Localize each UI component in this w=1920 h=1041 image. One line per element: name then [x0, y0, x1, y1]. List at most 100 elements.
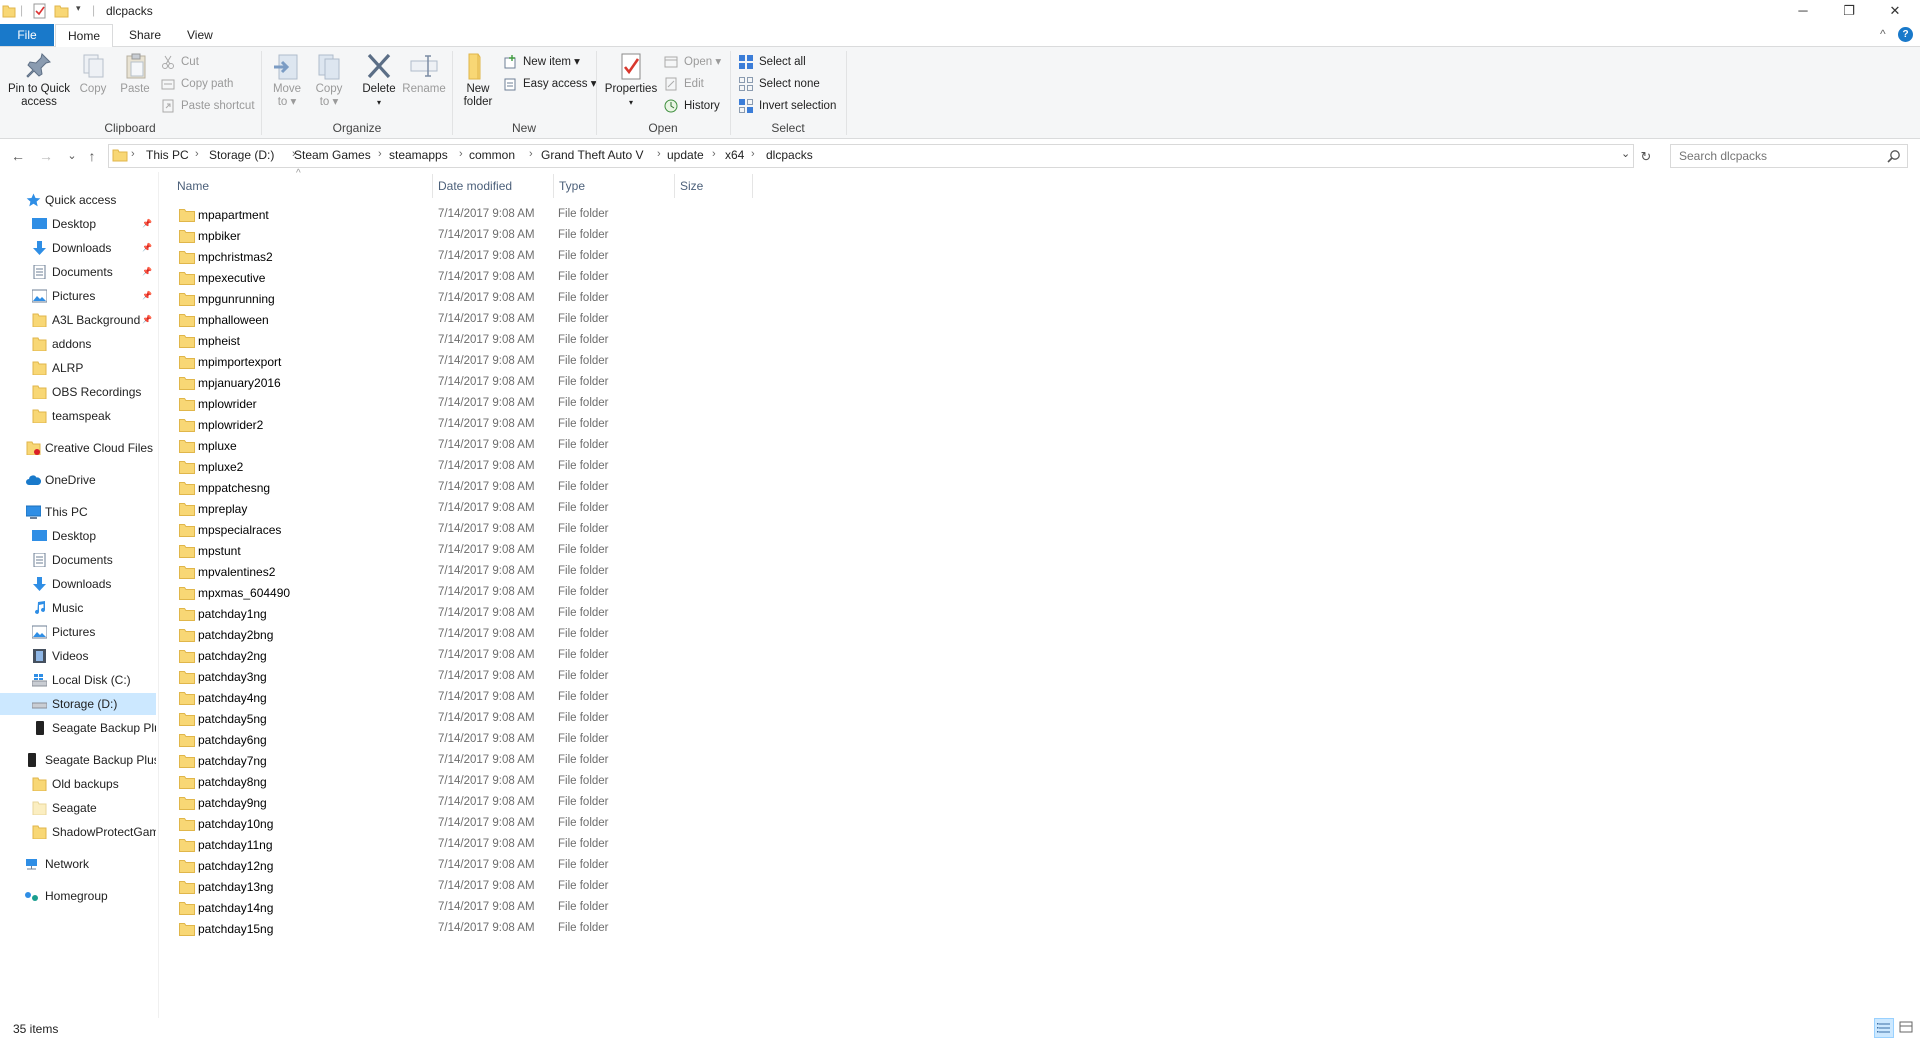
table-row[interactable]: mphalloween 7/14/2017 9:08 AM File folder: [172, 310, 752, 331]
table-row[interactable]: mpbiker 7/14/2017 9:08 AM File folder: [172, 226, 752, 247]
table-row[interactable]: patchday6ng 7/14/2017 9:08 AM File folder: [172, 730, 752, 751]
select-none-button[interactable]: Select none: [739, 75, 820, 93]
new-item-button[interactable]: New item ▾: [503, 53, 580, 71]
nav-pc-local-disk-c[interactable]: Local Disk (C:): [0, 669, 156, 691]
breadcrumb-storage-d[interactable]: Storage (D:): [209, 148, 274, 162]
select-all-button[interactable]: Select all: [739, 53, 806, 71]
search-input[interactable]: [1677, 148, 1881, 164]
table-row[interactable]: patchday2bng 7/14/2017 9:08 AM File folder: [172, 625, 752, 646]
nav-quick-access[interactable]: Quick access: [0, 189, 156, 211]
table-row[interactable]: mpgunrunning 7/14/2017 9:08 AM File folder: [172, 289, 752, 310]
nav-pc-storage-d[interactable]: Storage (D:): [0, 693, 156, 715]
large-icons-view-button[interactable]: [1897, 1018, 1917, 1038]
pin-to-quick-access-button[interactable]: Pin to Quick access: [4, 51, 74, 109]
breadcrumb-this-pc[interactable]: This PC: [146, 148, 189, 162]
table-row[interactable]: mpluxe 7/14/2017 9:08 AM File folder: [172, 436, 752, 457]
collapse-ribbon-icon[interactable]: ^: [1880, 27, 1886, 41]
new-folder-qa-icon[interactable]: [54, 3, 70, 19]
nav-quick-desktop[interactable]: Desktop 📌: [0, 213, 156, 235]
new-folder-button[interactable]: New folder: [458, 51, 498, 109]
breadcrumb-update[interactable]: update: [667, 148, 704, 162]
nav-pc-downloads[interactable]: Downloads: [0, 573, 156, 595]
search-box[interactable]: [1670, 144, 1908, 168]
details-view-button[interactable]: [1874, 1018, 1894, 1038]
table-row[interactable]: mpexecutive 7/14/2017 9:08 AM File folder: [172, 268, 752, 289]
column-header-date-modified[interactable]: Date modified: [433, 174, 554, 198]
breadcrumb-dlcpacks[interactable]: dlcpacks: [766, 148, 813, 162]
move-to-button[interactable]: Move to ▾: [270, 51, 304, 109]
breadcrumb-steam-games[interactable]: Steam Games: [294, 148, 371, 162]
nav-onedrive[interactable]: OneDrive: [0, 469, 156, 491]
table-row[interactable]: patchday8ng 7/14/2017 9:08 AM File folder: [172, 772, 752, 793]
table-row[interactable]: mpapartment 7/14/2017 9:08 AM File folder: [172, 205, 752, 226]
nav-homegroup[interactable]: Homegroup: [0, 885, 156, 907]
edit-button[interactable]: Edit: [664, 75, 704, 93]
column-header-size[interactable]: Size: [675, 174, 753, 198]
nav-pc-seagate-backup[interactable]: Seagate Backup Plu: [0, 717, 156, 739]
nav-seagate-backup-plus[interactable]: Seagate Backup Plus: [0, 749, 156, 771]
delete-button[interactable]: Delete ▾: [360, 51, 398, 109]
nav-quick-downloads[interactable]: Downloads 📌: [0, 237, 156, 259]
nav-seagate-old-backups[interactable]: Old backups: [0, 773, 156, 795]
table-row[interactable]: mpstunt 7/14/2017 9:08 AM File folder: [172, 541, 752, 562]
recent-locations-button[interactable]: ⌄: [62, 146, 82, 166]
table-row[interactable]: patchday14ng 7/14/2017 9:08 AM File folder: [172, 898, 752, 919]
search-icon[interactable]: [1887, 149, 1901, 163]
properties-qa-icon[interactable]: [32, 3, 48, 19]
table-row[interactable]: patchday9ng 7/14/2017 9:08 AM File folder: [172, 793, 752, 814]
address-bar[interactable]: › This PC › Storage (D:) › Steam Games ›…: [108, 144, 1634, 168]
address-dropdown-icon[interactable]: ⌄: [1621, 147, 1630, 160]
tab-share[interactable]: Share: [117, 24, 173, 46]
table-row[interactable]: mpreplay 7/14/2017 9:08 AM File folder: [172, 499, 752, 520]
nav-network[interactable]: Network: [0, 853, 156, 875]
nav-quick-pictures[interactable]: Pictures 📌: [0, 285, 156, 307]
table-row[interactable]: mpchristmas2 7/14/2017 9:08 AM File folder: [172, 247, 752, 268]
nav-seagate-shadowprotect[interactable]: ShadowProtectGam: [0, 821, 156, 843]
copy-button[interactable]: Copy: [78, 51, 108, 96]
table-row[interactable]: patchday2ng 7/14/2017 9:08 AM File folder: [172, 646, 752, 667]
help-icon[interactable]: ?: [1898, 27, 1913, 42]
table-row[interactable]: patchday5ng 7/14/2017 9:08 AM File folder: [172, 709, 752, 730]
tab-file[interactable]: File: [0, 24, 54, 46]
nav-quick-documents[interactable]: Documents 📌: [0, 261, 156, 283]
nav-pc-documents[interactable]: Documents: [0, 549, 156, 571]
breadcrumb-gta-v[interactable]: Grand Theft Auto V: [541, 148, 644, 162]
nav-creative-cloud[interactable]: Creative Cloud Files: [0, 437, 156, 459]
close-button[interactable]: ✕: [1872, 0, 1918, 22]
table-row[interactable]: mpxmas_604490 7/14/2017 9:08 AM File folde…: [172, 583, 752, 604]
tab-view[interactable]: View: [175, 24, 225, 46]
table-row[interactable]: patchday11ng 7/14/2017 9:08 AM File folder: [172, 835, 752, 856]
table-row[interactable]: mpimportexport 7/14/2017 9:08 AM File fold…: [172, 352, 752, 373]
rename-button[interactable]: Rename: [402, 51, 446, 96]
table-row[interactable]: mpvalentines2 7/14/2017 9:08 AM File folde…: [172, 562, 752, 583]
invert-selection-button[interactable]: Invert selection: [739, 97, 836, 115]
nav-pc-music[interactable]: Music: [0, 597, 156, 619]
nav-quick-addons[interactable]: addons: [0, 333, 156, 355]
breadcrumb-common[interactable]: common: [469, 148, 515, 162]
nav-this-pc[interactable]: This PC: [0, 501, 156, 523]
column-header-name[interactable]: Name: [172, 174, 433, 198]
maximize-button[interactable]: ❐: [1826, 0, 1872, 22]
table-row[interactable]: patchday7ng 7/14/2017 9:08 AM File folder: [172, 751, 752, 772]
forward-button[interactable]: →: [36, 146, 56, 166]
copy-path-button[interactable]: Copy path: [161, 75, 233, 93]
table-row[interactable]: patchday4ng 7/14/2017 9:08 AM File folder: [172, 688, 752, 709]
table-row[interactable]: mpluxe2 7/14/2017 9:08 AM File folder: [172, 457, 752, 478]
table-row[interactable]: mppatchesng 7/14/2017 9:08 AM File folder: [172, 478, 752, 499]
paste-shortcut-button[interactable]: Paste shortcut: [161, 97, 255, 115]
paste-button[interactable]: Paste: [120, 51, 150, 96]
back-button[interactable]: ←: [8, 146, 28, 166]
nav-quick-a3l-background[interactable]: A3L Background 📌: [0, 309, 156, 331]
table-row[interactable]: mplowrider 7/14/2017 9:08 AM File folder: [172, 394, 752, 415]
copy-to-button[interactable]: Copy to ▾: [312, 51, 346, 109]
table-row[interactable]: mpspecialraces 7/14/2017 9:08 AM File fold…: [172, 520, 752, 541]
table-row[interactable]: patchday10ng 7/14/2017 9:08 AM File folder: [172, 814, 752, 835]
properties-button[interactable]: Properties ▾: [603, 51, 659, 109]
breadcrumb-steamapps[interactable]: steamapps: [389, 148, 448, 162]
table-row[interactable]: patchday1ng 7/14/2017 9:08 AM File folder: [172, 604, 752, 625]
nav-pc-desktop[interactable]: Desktop: [0, 525, 156, 547]
table-row[interactable]: mplowrider2 7/14/2017 9:08 AM File folder: [172, 415, 752, 436]
breadcrumb-x64[interactable]: x64: [725, 148, 744, 162]
open-button[interactable]: Open ▾: [664, 53, 721, 71]
nav-quick-obs-recordings[interactable]: OBS Recordings: [0, 381, 156, 403]
